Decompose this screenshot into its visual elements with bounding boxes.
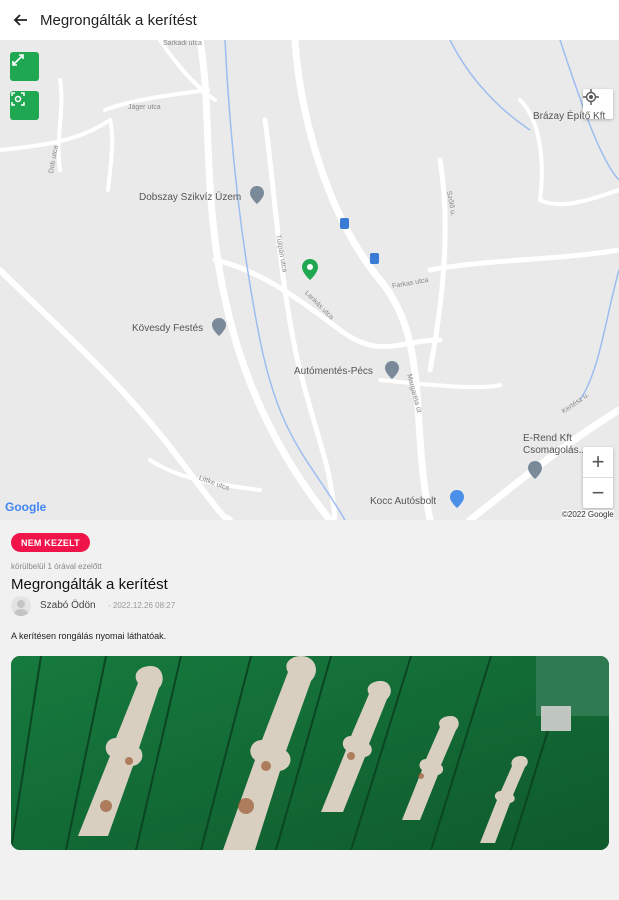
street-label: Sarkadi utca [163,40,202,47]
my-location-icon [583,89,599,105]
page-title: Megrongálták a kerítést [40,11,197,29]
report-date: · 2022.12.26 08:27 [108,601,176,610]
expand-icon [12,54,24,66]
poi-label: Kövesdy Festés [132,323,204,334]
status-badge: NEM KEZELT [11,533,90,552]
expand-map-button[interactable] [10,52,39,81]
report-title: Megrongálták a kerítést [11,576,168,593]
zoom-out-button[interactable]: − [583,478,613,508]
map-copyright: ©2022 Google [562,510,614,519]
zoom-in-button[interactable]: + [583,447,613,477]
center-report-button[interactable] [10,91,39,120]
poi-label: Kocc Autósbolt [370,496,437,507]
back-button[interactable] [0,0,40,40]
avatar [11,596,31,616]
map-view[interactable]: Dobszay Szikvíz Üzem Kövesdy Festés Autó… [0,40,619,520]
poi-label: Brázay Építő Kft [533,111,606,122]
zoom-controls: + − [583,447,613,508]
submitted-time: körülbelül 1 órával ezelőtt [11,562,102,571]
poi-label: Dobszay Szikvíz Üzem [139,192,242,203]
arrow-left-icon [13,14,27,26]
poi-label: Autómentés-Pécs [294,366,373,377]
user-icon [13,600,29,616]
google-logo: Google [5,500,46,514]
street-label: Jáger utca [128,104,161,111]
google-logo-text: Google [5,500,47,514]
author-name: Szabó Ödön [40,600,96,611]
report-photo[interactable] [11,656,609,850]
fence-photo [11,656,609,850]
report-description: A kerítésen rongálás nyomai láthatóak. [11,631,167,641]
focus-icon [11,92,25,106]
app-bar: Megrongálták a kerítést [0,0,619,40]
